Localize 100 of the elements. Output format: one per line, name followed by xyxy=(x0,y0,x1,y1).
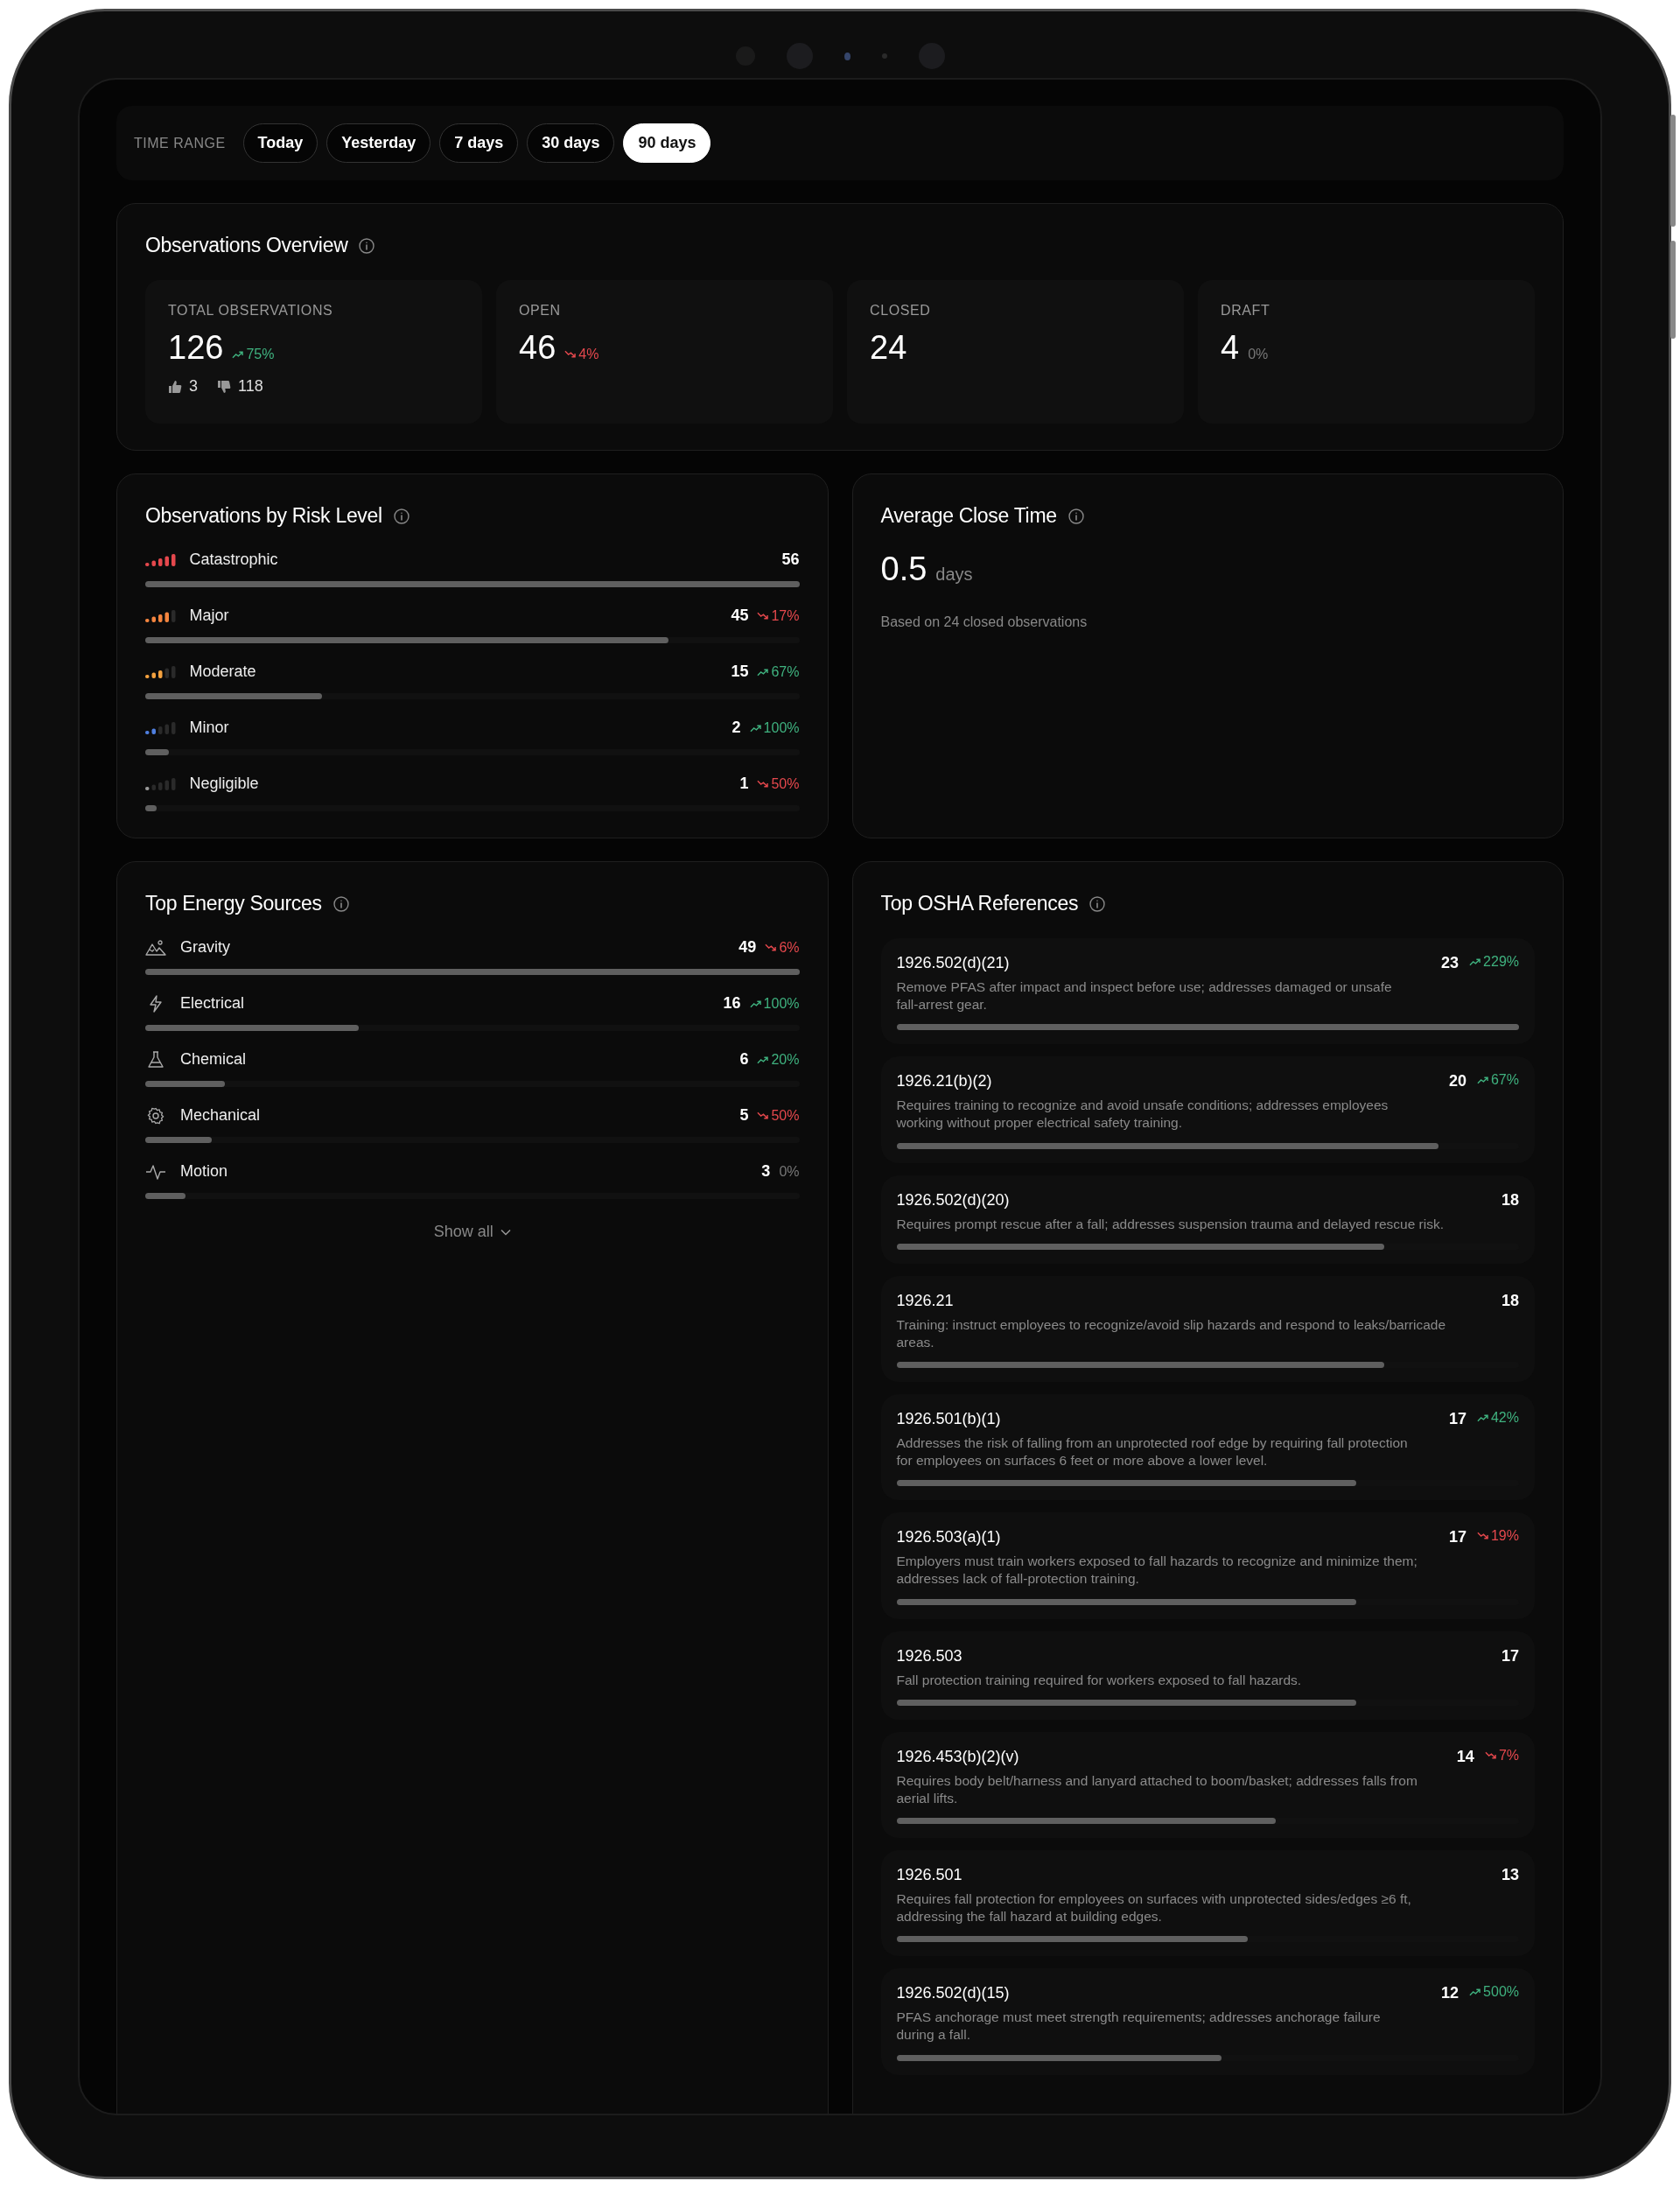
count: 16 xyxy=(723,994,741,1013)
count: 17 xyxy=(1448,1410,1466,1428)
pulse-icon xyxy=(145,1162,166,1181)
time-range-tab[interactable]: Today xyxy=(242,123,318,163)
trend-indicator: 17% xyxy=(757,607,800,624)
trend-indicator: 75% xyxy=(232,347,275,362)
show-all-button[interactable]: Show all xyxy=(428,1222,516,1242)
count: 49 xyxy=(738,938,757,957)
chevron-down-icon xyxy=(500,1228,511,1236)
osha-reference-item[interactable]: 1926.502(d)(21) Remove PFAS after impact and inspect before use; addresses damaged or unsafe fall-arrest gear. 23 229% xyxy=(880,938,1535,1045)
trend-indicator: 0% xyxy=(779,1163,800,1180)
risk-level-label: Moderate xyxy=(189,663,257,681)
severity-meter-icon xyxy=(145,553,176,566)
osha-code: 1926.453(b)(2)(v) xyxy=(896,1747,1020,1766)
energy-source-label: Electrical xyxy=(180,994,246,1013)
energy-source-label: Chemical xyxy=(180,1050,248,1069)
trend-indicator: 500% xyxy=(1469,1984,1519,2001)
energy-source-label: Mechanical xyxy=(180,1106,262,1125)
risk-level-label: Catastrophic xyxy=(189,551,279,569)
osha-description: Requires body belt/harness and lanyard attached to boom/basket; addresses falls from aerial lifts. xyxy=(896,1771,1418,1807)
count: 13 xyxy=(1501,1865,1519,1884)
osha-code: 1926.21 xyxy=(896,1291,955,1310)
trend-indicator: 100% xyxy=(749,995,800,1012)
severity-meter-icon xyxy=(145,609,176,622)
osha-reference-item[interactable]: 1926.453(b)(2)(v) Requires body belt/harness and lanyard attached to boom/basket; addresses falls from aerial lifts. 14 7% xyxy=(880,1731,1535,1838)
osha-description: Requires prompt rescue after a fall; addresses suspension trauma and delayed rescue risk. xyxy=(896,1215,1445,1233)
count: 6 xyxy=(739,1050,749,1069)
energy-source-label: Gravity xyxy=(180,938,231,957)
osha-description: Requires training to recognize and avoid unsafe conditions; addresses employees working without proper electrical safety training. xyxy=(896,1097,1390,1133)
trend-indicator: 4% xyxy=(564,347,599,362)
sensor-icon xyxy=(844,52,850,60)
count: 15 xyxy=(731,663,749,681)
osha-code: 1926.503 xyxy=(896,1646,963,1666)
count: 20 xyxy=(1448,1072,1466,1091)
stat-label: CLOSED xyxy=(870,303,932,319)
count: 18 xyxy=(1501,1291,1519,1310)
stat-label: DRAFT xyxy=(1221,303,1271,319)
energy-source-label: Motion xyxy=(180,1162,229,1181)
time-range-tab[interactable]: 7 days xyxy=(439,123,519,163)
info-icon[interactable] xyxy=(1088,894,1107,913)
osha-code: 1926.502(d)(20) xyxy=(896,1190,1011,1210)
count: 1 xyxy=(739,775,749,793)
trend-indicator: 7% xyxy=(1484,1747,1519,1764)
osha-code: 1926.21(b)(2) xyxy=(896,1072,993,1091)
count: 5 xyxy=(739,1106,749,1125)
osha-description: Addresses the risk of falling from an unprotected roof edge by requiring fall protection for employees on surfaces 6 feet or more above a lower level. xyxy=(896,1434,1409,1470)
osha-reference-item[interactable]: 1926.21 Training: instruct employees to recognize/avoid slip hazards and respond to leaks/barricade areas. 18 xyxy=(880,1275,1535,1382)
close-time-unit: days xyxy=(935,565,973,585)
info-icon[interactable] xyxy=(358,236,376,255)
thumbs-down-count: 118 xyxy=(238,377,263,396)
osha-code: 1926.501(b)(1) xyxy=(896,1410,1002,1428)
trend-indicator: 19% xyxy=(1476,1528,1519,1545)
count: 2 xyxy=(732,719,741,737)
risk-level-label: Major xyxy=(189,607,230,625)
time-range-tab[interactable]: Yesterday xyxy=(326,123,431,163)
trend-indicator: 50% xyxy=(757,1107,800,1124)
stat-value: 24 xyxy=(870,329,907,367)
osha-reference-item[interactable]: 1926.21(b)(2) Requires training to recognize and avoid unsafe conditions; addresses employees working without proper electrical safety training. 20 67% xyxy=(880,1056,1535,1163)
stat-label: TOTAL OBSERVATIONS xyxy=(168,303,334,319)
trend-indicator: 100% xyxy=(749,719,800,736)
count: 17 xyxy=(1448,1528,1466,1547)
info-icon[interactable] xyxy=(332,894,350,913)
thumbs-up-icon xyxy=(168,379,182,394)
trend-indicator: 0% xyxy=(1248,347,1269,362)
count: 14 xyxy=(1456,1747,1474,1766)
count: 45 xyxy=(731,607,749,625)
trend-indicator: 50% xyxy=(757,775,800,792)
thumbs-up-count: 3 xyxy=(189,377,198,396)
count: 12 xyxy=(1441,1984,1460,2003)
trend-indicator: 6% xyxy=(765,939,800,956)
severity-meter-icon xyxy=(145,721,176,734)
osha-description: Training: instruct employees to recognize/avoid slip hazards and respond to leaks/barricade areas. xyxy=(896,1315,1446,1351)
trend-indicator: 42% xyxy=(1476,1410,1519,1426)
card-title: Top Energy Sources xyxy=(145,892,322,915)
info-icon[interactable] xyxy=(392,507,410,525)
osha-reference-item[interactable]: 1926.502(d)(15) PFAS anchorage must meet strength requirements; addresses anchorage failure during a fall. 12 500% xyxy=(880,1968,1535,2075)
osha-reference-item[interactable]: 1926.502(d)(20) Requires prompt rescue after a fall; addresses suspension trauma and delayed rescue risk. 18 xyxy=(880,1175,1535,1264)
count: 23 xyxy=(1441,954,1460,972)
time-range-tab[interactable]: 90 days xyxy=(623,123,711,163)
time-range-tab[interactable]: 30 days xyxy=(527,123,615,163)
osha-reference-item[interactable]: 1926.501 Requires fall protection for employees on surfaces with unprotected sides/edges ≥6 ft, addressing the fall hazard at building edges. 13 xyxy=(880,1849,1535,1957)
info-icon[interactable] xyxy=(1067,507,1085,525)
close-time-value: 0.5 xyxy=(880,551,928,588)
close-time-note: Based on 24 closed observations xyxy=(880,614,1088,630)
osha-description: Requires fall protection for employees on surfaces with unprotected sides/edges ≥6 ft, addressing the fall hazard at building edges. xyxy=(896,1890,1412,1926)
osha-description: Fall protection training required for workers exposed to fall hazards. xyxy=(896,1671,1303,1689)
stat-value: 4 xyxy=(1221,329,1240,367)
osha-reference-item[interactable]: 1926.501(b)(1) Addresses the risk of falling from an unprotected roof edge by requiring fall protection for employees on surfaces 6 feet or more above a lower level. 17 42% xyxy=(880,1394,1535,1501)
stat-value: 126 xyxy=(168,329,224,367)
count: 17 xyxy=(1501,1646,1519,1666)
thumbs-down-icon xyxy=(217,379,231,394)
osha-code: 1926.502(d)(15) xyxy=(896,1984,1011,2003)
osha-reference-item[interactable]: 1926.503 Fall protection training required for workers exposed to fall hazards. 17 xyxy=(880,1630,1535,1720)
mountain-icon xyxy=(145,938,166,957)
trend-indicator: 229% xyxy=(1469,954,1519,970)
osha-description: Employers must train workers exposed to fall hazards to recognize and minimize them; addresses lack of fall-protection training. xyxy=(896,1553,1418,1588)
card-title: Observations by Risk Level xyxy=(145,504,382,528)
osha-reference-item[interactable]: 1926.503(a)(1) Employers must train workers exposed to fall hazards to recognize and minimize them; addresses lack of fall-protection training. 17 19% xyxy=(880,1512,1535,1619)
osha-code: 1926.501 xyxy=(896,1865,963,1884)
osha-code: 1926.502(d)(21) xyxy=(896,954,1011,972)
